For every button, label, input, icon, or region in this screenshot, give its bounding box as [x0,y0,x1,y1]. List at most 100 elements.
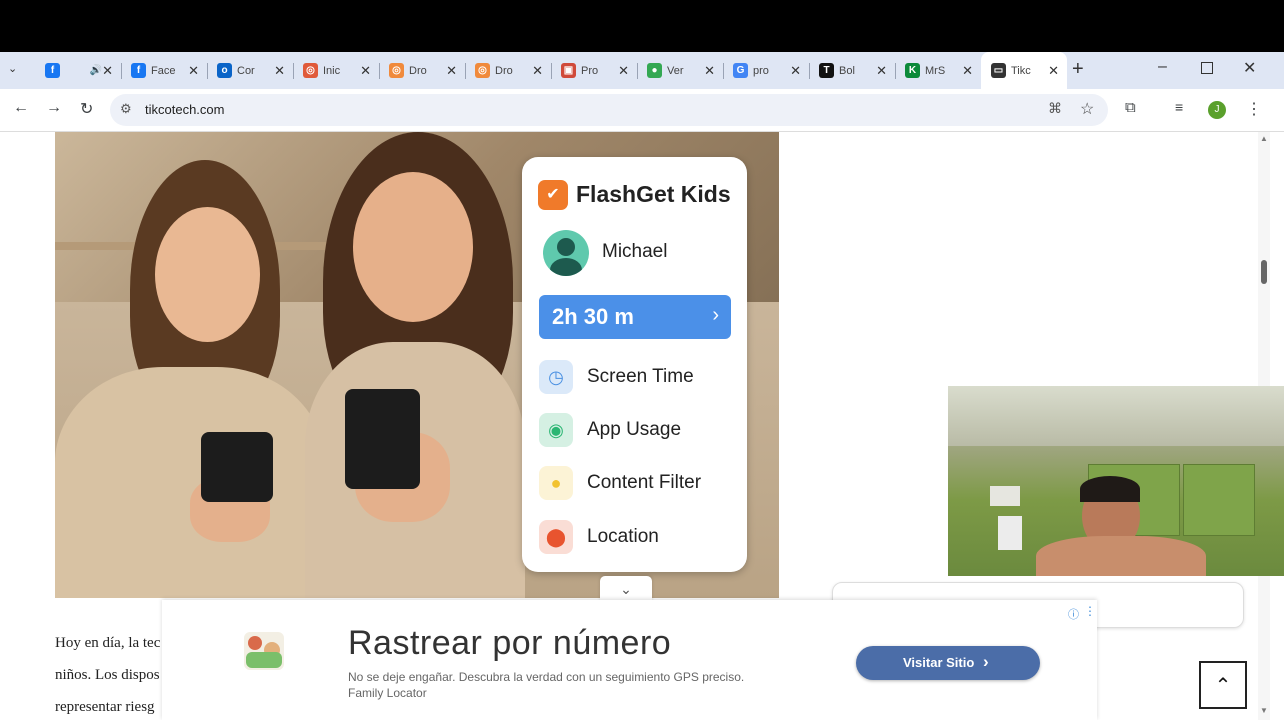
ad-menu-icon[interactable]: ⋮ [1084,604,1096,618]
site-icon: T [819,63,834,78]
tab-title: Cor [237,64,255,77]
feature-label: Location [587,526,659,547]
browser-tab[interactable]: ◎ Inic ✕ [293,52,379,89]
site-icon: ▣ [561,63,576,78]
flashget-card: ✔ FlashGet Kids Michael 2h 30 m › ◷ Scree… [522,157,747,572]
browser-tab[interactable]: o Cor ✕ [207,52,293,89]
menu-kebab-icon[interactable]: ⋮ [1246,99,1262,119]
clock-icon: ◷ [539,360,573,394]
translate-icon[interactable]: ⌘ [1048,100,1062,117]
tab-title: MrS [925,64,946,77]
bookmark-star-icon[interactable]: ☆ [1080,99,1094,119]
close-tab-icon[interactable]: ✕ [446,63,457,79]
ad-headline[interactable]: Rastrear por número [348,624,671,663]
close-tab-icon[interactable]: ✕ [618,63,629,79]
chevron-right-icon: › [983,652,989,671]
scroll-up-arrow[interactable]: ▲ [1260,134,1268,143]
browser-tab[interactable]: ◎ Dro ✕ [465,52,551,89]
site-icon: K [905,63,920,78]
chevron-up-icon: ⌃ [1214,674,1232,697]
anchor-ad[interactable]: Rastrear por número No se deje engañar. … [162,600,1097,720]
reload-icon[interactable]: ↻ [80,99,93,119]
time-value: 2h 30 m [552,304,634,329]
chevron-down-icon: ⌄ [620,580,632,597]
new-tab-button[interactable]: + [1072,58,1084,81]
webcam-overlay [948,386,1284,576]
visit-site-label: Visitar Sitio [903,655,975,670]
browser-tab[interactable]: f 🔊 ✕ [35,52,121,89]
browser-tab[interactable]: Gpro ✕ [723,52,809,89]
back-icon[interactable]: ← [13,99,29,117]
avatar [543,230,589,276]
tab-title: Bol [839,64,855,77]
url-text: tikcotech.com [145,102,225,117]
tab-title: pro [753,64,769,77]
close-tab-icon[interactable]: ✕ [188,63,199,79]
flashget-logo-icon: ✔ [538,180,568,210]
tab-strip: ⌄ f 🔊 ✕ f Face ✕ o Cor ✕ ◎ Inic ✕ ◎ Dro ✕ ◎ Dro ✕ ▣ Pro ✕ ● Ve… [0,52,1284,89]
site-icon: ◎ [303,63,318,78]
outlook-icon: o [217,63,232,78]
close-tab-icon[interactable]: ✕ [274,63,285,79]
browser-toolbar: ← → ↻ ⚙ tikcotech.com ⌘ ☆ ⧉ ≡ J ⋮ [0,89,1284,132]
close-tab-icon[interactable]: ✕ [962,63,973,79]
phone-image [345,389,420,489]
back-to-top-button[interactable]: ⌃ [1199,661,1247,709]
feature-row[interactable]: ◷ Screen Time [522,360,747,400]
browser-tab[interactable]: ▭ Tikc ✕ [981,52,1067,89]
close-window-icon[interactable]: ✕ [1243,58,1256,78]
tab-title: Ver [667,64,684,77]
facebook-icon: f [45,63,60,78]
article-line-1: Hoy en día, la tec [55,635,161,651]
forward-icon[interactable]: → [46,99,62,117]
close-tab-icon[interactable]: ✕ [102,63,113,79]
restore-icon[interactable] [1201,62,1213,74]
tab-title: Tikc [1011,64,1031,77]
close-tab-icon[interactable]: ✕ [360,63,371,79]
scrollbar-thumb[interactable] [1261,260,1267,284]
browser-tab[interactable]: ● Ver ✕ [637,52,723,89]
feature-row[interactable]: ◉ App Usage [522,413,747,453]
chevron-right-icon: › [712,304,719,326]
maps-icon: ● [647,63,662,78]
laptop-icon: ▭ [991,63,1006,78]
close-tab-icon[interactable]: ✕ [1048,63,1059,79]
minimize-icon[interactable]: – [1158,58,1167,76]
address-bar[interactable]: ⚙ tikcotech.com ⌘ ☆ [110,94,1108,126]
tab-search-dropdown[interactable]: ⌄ [8,62,28,80]
adchoices-icon[interactable]: ⓘ [1068,606,1079,622]
site-info-icon[interactable]: ⚙ [120,101,132,117]
extensions-icon[interactable]: ⧉ [1125,99,1136,116]
tab-title: Face [151,64,176,77]
browser-tab[interactable]: K MrS ✕ [895,52,981,89]
browser-tab[interactable]: ◎ Dro ✕ [379,52,465,89]
ad-collapse-button[interactable]: ⌄ [600,576,652,602]
feature-label: App Usage [587,419,682,440]
time-button[interactable]: 2h 30 m › [539,295,731,339]
feature-row[interactable]: ● Content Filter [522,466,747,506]
profile-avatar[interactable]: J [1208,101,1226,119]
site-icon: ◎ [475,63,490,78]
feature-label: Screen Time [587,366,694,387]
site-icon: ◎ [389,63,404,78]
audio-playing-icon[interactable]: 🔊 [90,65,102,76]
browser-tab[interactable]: ▣ Pro ✕ [551,52,637,89]
visit-site-button[interactable]: Visitar Sitio › [856,646,1040,680]
hero-image: ✔ FlashGet Kids Michael 2h 30 m › ◷ Scree… [55,132,779,598]
phone-image [201,432,273,502]
scroll-down-arrow[interactable]: ▼ [1260,706,1268,715]
feature-row[interactable]: ⬤ Location [522,520,747,560]
browser-tab[interactable]: f Face ✕ [121,52,207,89]
pin-icon: ⬤ [539,520,573,554]
brand-name: FlashGet Kids [576,181,731,207]
family-locator-logo-icon [242,630,286,672]
tab-title: Dro [495,64,513,77]
ad-body: No se deje engañar. Descubra la verdad c… [348,670,745,684]
close-tab-icon[interactable]: ✕ [790,63,801,79]
ad-advertiser: Family Locator [348,686,427,700]
media-controls-icon[interactable]: ≡ [1175,99,1183,115]
close-tab-icon[interactable]: ✕ [704,63,715,79]
close-tab-icon[interactable]: ✕ [532,63,543,79]
browser-tab[interactable]: T Bol ✕ [809,52,895,89]
close-tab-icon[interactable]: ✕ [876,63,887,79]
